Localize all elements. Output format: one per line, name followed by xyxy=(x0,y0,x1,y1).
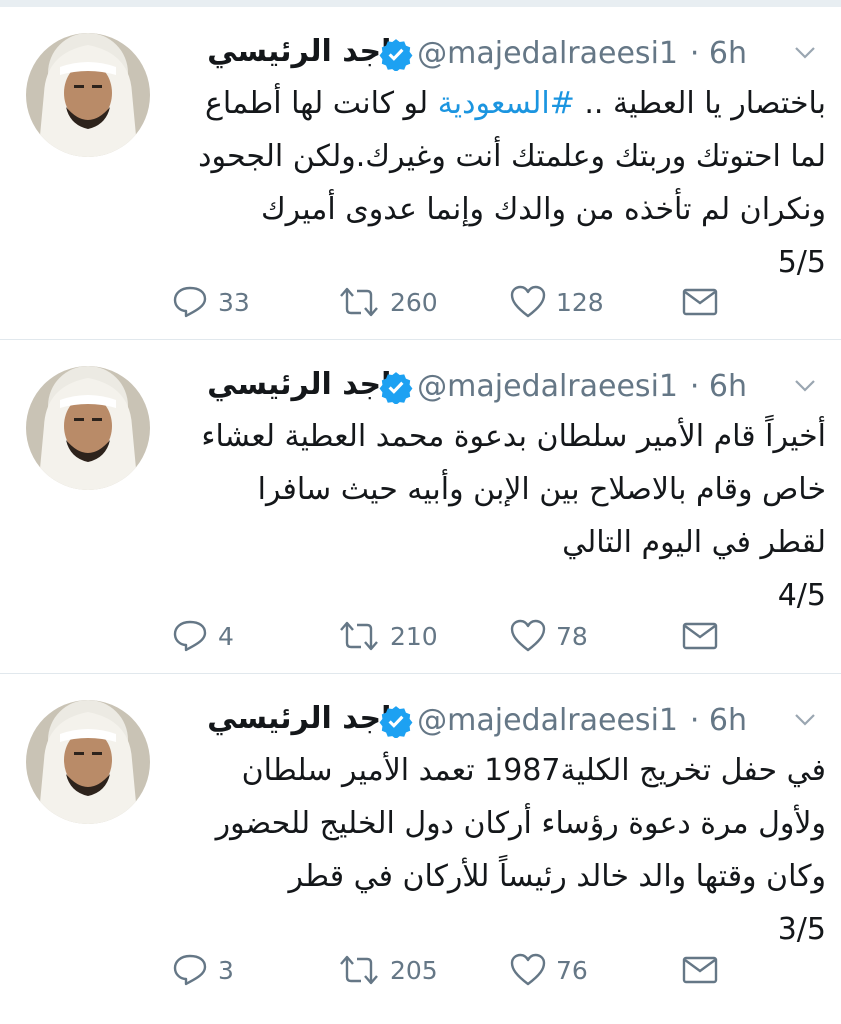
like-button[interactable]: 76 xyxy=(510,950,588,990)
tweet-text: أخيراً قام الأمير سلطان بدعوة محمد العطي… xyxy=(166,410,826,622)
tweet-line: وكان وقتها والد خالد رئيساً للأركان في ق… xyxy=(288,859,826,894)
user-handle[interactable]: @majedalraeesi1 xyxy=(417,365,678,409)
envelope-icon xyxy=(682,622,718,650)
envelope-icon xyxy=(682,288,718,316)
tweet-text: في حفل تخريج الكلية1987 تعمد الأمير سلطا… xyxy=(166,744,826,956)
thread-counter: 3/5 xyxy=(777,912,826,947)
timestamp[interactable]: · 6h xyxy=(690,365,747,409)
tweet[interactable]: ماجد الرئيسي @majedalraeesi1 · 6h باختصا… xyxy=(0,7,841,340)
like-count: 128 xyxy=(556,287,604,317)
tweet-line: في حفل تخريج الكلية1987 تعمد الأمير سلطا… xyxy=(241,753,826,788)
verified-badge-icon xyxy=(379,704,413,738)
envelope-icon xyxy=(682,956,718,984)
top-strip xyxy=(0,0,841,7)
retweet-count: 205 xyxy=(390,955,438,985)
retweet-count: 210 xyxy=(390,621,438,651)
tweet-line: لما احتوتك وربتك وعلمتك أنت وغيرك.ولكن ا… xyxy=(198,139,826,174)
tweet-actions: 3 205 76 xyxy=(170,950,730,990)
retweet-button[interactable]: 260 xyxy=(338,282,438,322)
retweet-icon xyxy=(340,287,378,317)
avatar[interactable] xyxy=(26,33,150,157)
tweet[interactable]: ماجد الرئيسي @majedalraeesi1 · 6h في حفل… xyxy=(0,674,841,1022)
timestamp[interactable]: · 6h xyxy=(690,32,747,76)
tweet-header: ماجد الرئيسي @majedalraeesi1 · 6h xyxy=(166,28,822,80)
reply-button[interactable]: 4 xyxy=(172,616,234,656)
tweet-line: أخيراً قام الأمير سلطان بدعوة محمد العطي… xyxy=(201,419,826,454)
user-handle[interactable]: @majedalraeesi1 xyxy=(417,32,678,76)
like-button[interactable]: 128 xyxy=(510,282,604,322)
direct-message-button[interactable] xyxy=(682,282,728,322)
like-count: 78 xyxy=(556,621,588,651)
chevron-down-icon[interactable] xyxy=(794,713,816,729)
direct-message-button[interactable] xyxy=(682,950,728,990)
chevron-down-icon[interactable] xyxy=(794,46,816,62)
verified-badge-icon xyxy=(379,370,413,404)
tweet[interactable]: ماجد الرئيسي @majedalraeesi1 · 6h أخيراً… xyxy=(0,340,841,674)
retweet-button[interactable]: 205 xyxy=(338,950,438,990)
retweet-icon xyxy=(340,955,378,985)
reply-count: 3 xyxy=(218,955,234,985)
tweet-text: باختصار يا العطية .. #السعودية لو كانت ل… xyxy=(166,77,826,289)
timeline: ماجد الرئيسي @majedalraeesi1 · 6h باختصا… xyxy=(0,0,841,1024)
avatar[interactable] xyxy=(26,700,150,824)
timestamp[interactable]: · 6h xyxy=(690,699,747,743)
reply-icon xyxy=(173,620,207,652)
tweet-header: ماجد الرئيسي @majedalraeesi1 · 6h xyxy=(166,695,822,747)
tweet-line: لقطر في اليوم التالي xyxy=(562,525,826,560)
thread-counter: 4/5 xyxy=(777,578,826,613)
reply-button[interactable]: 3 xyxy=(172,950,234,990)
tweet-line: ولأول مرة دعوة رؤساء أركان دول الخليج لل… xyxy=(215,806,826,841)
tweet-line: ونكران لم تأخذه من والدك وإنما عدوى أمير… xyxy=(260,192,826,227)
like-count: 76 xyxy=(556,955,588,985)
reply-button[interactable]: 33 xyxy=(172,282,250,322)
tweet-actions: 4 210 78 xyxy=(170,616,730,656)
tweet-header: ماجد الرئيسي @majedalraeesi1 · 6h xyxy=(166,361,822,413)
heart-icon xyxy=(510,619,546,652)
avatar[interactable] xyxy=(26,366,150,490)
tweet-line: باختصار يا العطية .. #السعودية لو كانت ل… xyxy=(204,86,826,121)
retweet-button[interactable]: 210 xyxy=(338,616,438,656)
verified-badge-icon xyxy=(379,37,413,71)
tweet-line: خاص وقام بالاصلاح بين الإبن وأبيه حيث سا… xyxy=(257,472,826,507)
tweet-actions: 33 260 128 xyxy=(170,282,730,322)
reply-icon xyxy=(173,286,207,318)
retweet-count: 260 xyxy=(390,287,438,317)
reply-icon xyxy=(173,954,207,986)
reply-count: 4 xyxy=(218,621,234,651)
direct-message-button[interactable] xyxy=(682,616,728,656)
chevron-down-icon[interactable] xyxy=(794,379,816,395)
heart-icon xyxy=(510,953,546,986)
like-button[interactable]: 78 xyxy=(510,616,588,656)
heart-icon xyxy=(510,285,546,318)
hashtag-link[interactable]: #السعودية xyxy=(438,86,575,121)
user-handle[interactable]: @majedalraeesi1 xyxy=(417,699,678,743)
retweet-icon xyxy=(340,621,378,651)
reply-count: 33 xyxy=(218,287,250,317)
